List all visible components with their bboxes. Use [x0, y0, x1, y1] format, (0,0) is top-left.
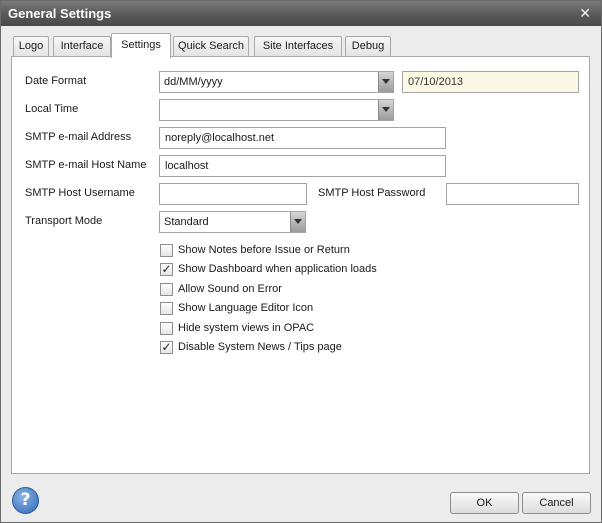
date-format-value: dd/MM/yyyy: [164, 76, 223, 88]
tab-settings[interactable]: Settings: [111, 33, 171, 58]
transport-mode-select[interactable]: Standard: [159, 211, 306, 233]
date-preview-field: 07/10/2013: [402, 71, 579, 93]
smtp-password-label: SMTP Host Password: [318, 187, 426, 199]
close-icon[interactable]: ✕: [579, 4, 591, 22]
tab-logo[interactable]: Logo: [13, 36, 49, 57]
title-bar: General Settings ✕: [1, 1, 601, 26]
option-label: Hide system views in OPAC: [178, 322, 315, 334]
smtp-username-label: SMTP Host Username: [25, 187, 135, 199]
smtp-username-field[interactable]: [159, 183, 307, 205]
option-label: Show Language Editor Icon: [178, 302, 314, 314]
general-settings-window: General Settings ✕ Logo Interface Settin…: [0, 0, 602, 523]
checkbox[interactable]: [160, 283, 173, 296]
transport-mode-label: Transport Mode: [25, 215, 103, 227]
tab-site-interfaces[interactable]: Site Interfaces: [254, 36, 342, 57]
chevron-down-icon: [378, 100, 393, 120]
transport-mode-value: Standard: [164, 216, 209, 228]
option-label: Show Notes before Issue or Return: [178, 244, 350, 256]
tab-debug[interactable]: Debug: [345, 36, 391, 57]
smtp-host-label: SMTP e-mail Host Name: [25, 159, 147, 171]
option-label: Show Dashboard when application loads: [178, 263, 377, 275]
window-title: General Settings: [8, 6, 112, 21]
settings-panel: Date Format dd/MM/yyyy 07/10/2013 Local …: [11, 56, 590, 474]
smtp-address-label: SMTP e-mail Address: [25, 131, 132, 143]
option-label: Allow Sound on Error: [178, 283, 282, 295]
option-label: Disable System News / Tips page: [178, 341, 342, 353]
help-icon[interactable]: ?: [12, 487, 39, 514]
cancel-button[interactable]: Cancel: [522, 492, 591, 514]
checkbox[interactable]: [160, 302, 173, 315]
local-time-select[interactable]: [159, 99, 394, 121]
tab-interface[interactable]: Interface: [53, 36, 111, 57]
local-time-label: Local Time: [25, 103, 79, 115]
checkbox[interactable]: ✓: [160, 263, 173, 276]
chevron-down-icon: [378, 72, 393, 92]
smtp-host-field[interactable]: localhost: [159, 155, 446, 177]
date-format-select[interactable]: dd/MM/yyyy: [159, 71, 394, 93]
checkbox[interactable]: [160, 322, 173, 335]
check-icon: ✓: [161, 340, 172, 354]
checkbox[interactable]: ✓: [160, 341, 173, 354]
tab-quick-search[interactable]: Quick Search: [173, 36, 249, 57]
date-format-label: Date Format: [25, 75, 87, 87]
chevron-down-icon: [290, 212, 305, 232]
ok-button[interactable]: OK: [450, 492, 519, 514]
smtp-address-field[interactable]: noreply@localhost.net: [159, 127, 446, 149]
smtp-password-field[interactable]: [446, 183, 579, 205]
checkbox[interactable]: [160, 244, 173, 257]
check-icon: ✓: [161, 262, 172, 276]
